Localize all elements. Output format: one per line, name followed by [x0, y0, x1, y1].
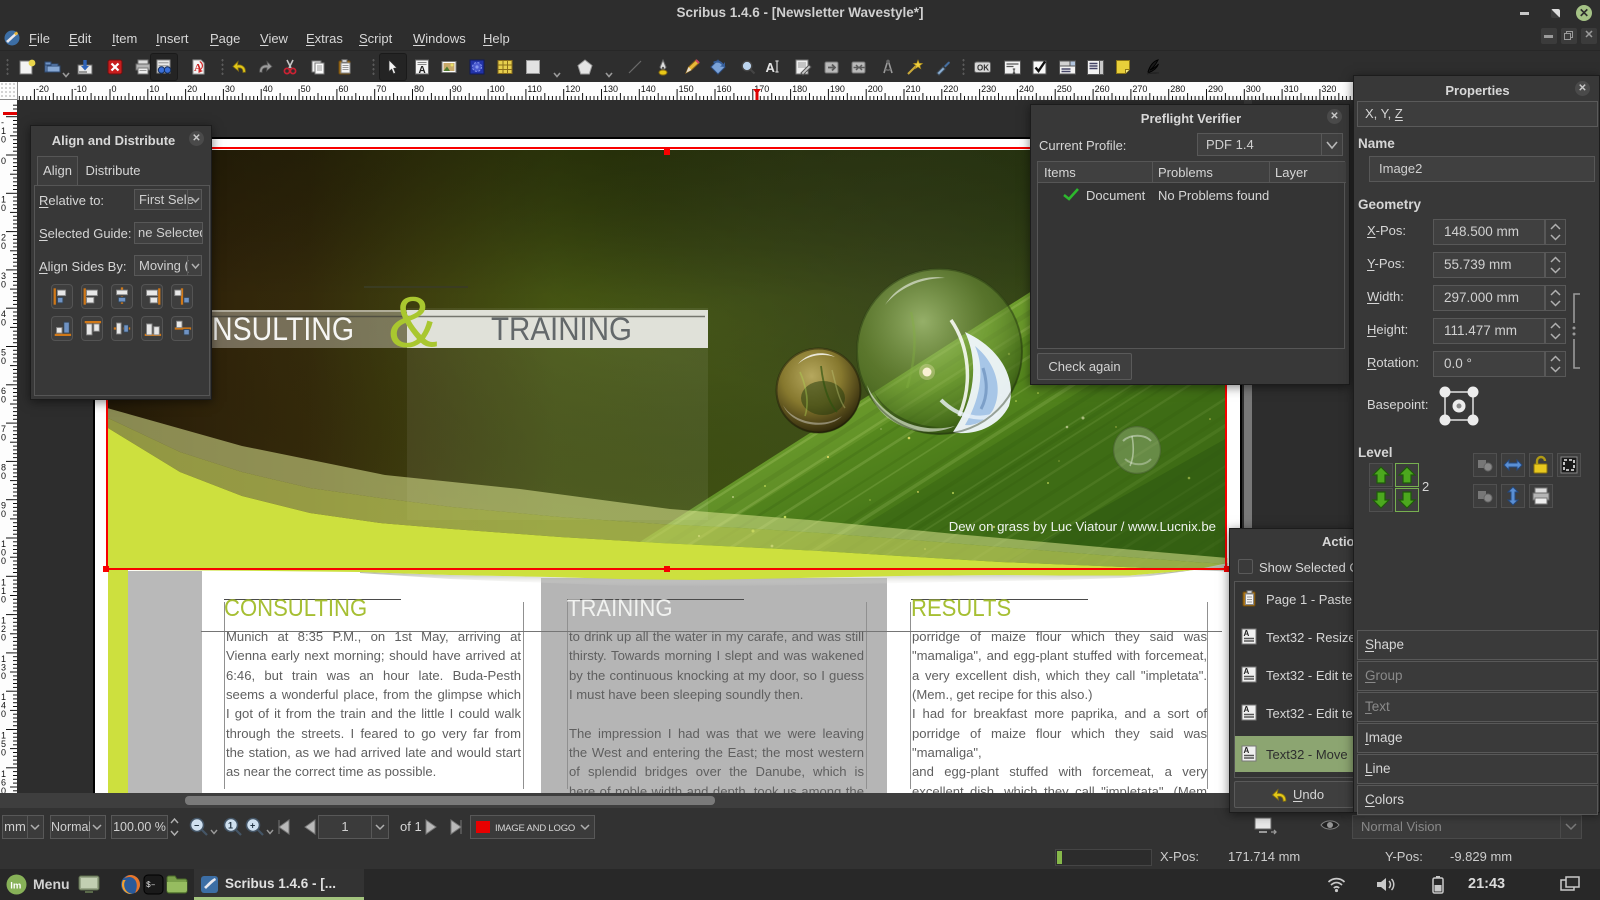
svg-text:0: 0	[1, 709, 6, 719]
svg-text:0: 0	[1, 203, 6, 213]
svg-text:-10: -10	[74, 84, 87, 94]
svg-text:90: 90	[452, 84, 462, 94]
svg-text:10: 10	[149, 84, 159, 94]
svg-text:0: 0	[1, 135, 6, 145]
svg-text:280: 280	[1170, 84, 1185, 94]
svg-text:lm: lm	[10, 881, 21, 892]
svg-text:A: A	[766, 60, 776, 75]
svg-text:110: 110	[527, 84, 541, 94]
svg-text:270: 270	[1132, 84, 1147, 94]
svg-text:190: 190	[830, 84, 845, 94]
svg-text:A: A	[194, 62, 202, 74]
svg-text:250: 250	[1057, 84, 1072, 94]
svg-text:0: 0	[1, 156, 6, 166]
svg-text:320: 320	[1321, 84, 1336, 94]
svg-text:0: 0	[1, 671, 6, 681]
svg-text:A: A	[1244, 629, 1250, 638]
svg-text:OK: OK	[977, 64, 989, 73]
svg-text:0: 0	[1, 633, 6, 643]
svg-text:0: 0	[1, 433, 6, 443]
svg-text:260: 260	[1095, 84, 1110, 94]
svg-text:80: 80	[414, 84, 424, 94]
svg-text:0: 0	[1, 394, 6, 404]
svg-text:A: A	[1244, 667, 1250, 676]
svg-text:0: 0	[112, 84, 117, 94]
svg-text:0: 0	[1, 471, 6, 481]
svg-text:120: 120	[565, 84, 580, 94]
svg-text:200: 200	[868, 84, 883, 94]
svg-text:0: 0	[1, 594, 6, 604]
svg-text:0: 0	[1, 241, 6, 251]
svg-text:-20: -20	[36, 84, 49, 94]
svg-text:0: 0	[1, 509, 6, 519]
svg-text:70: 70	[376, 84, 386, 94]
svg-text:A: A	[1244, 746, 1250, 755]
svg-text:150: 150	[679, 84, 694, 94]
svg-text:210: 210	[906, 84, 921, 94]
svg-text:300: 300	[1246, 84, 1261, 94]
svg-text:A: A	[1244, 705, 1250, 714]
svg-text:0: 0	[1, 279, 6, 289]
svg-text:20: 20	[187, 84, 197, 94]
svg-text:A: A	[419, 65, 426, 76]
svg-text:60: 60	[338, 84, 348, 94]
svg-text:310: 310	[1284, 84, 1299, 94]
svg-text:140: 140	[641, 84, 656, 94]
svg-text:0: 0	[1, 748, 6, 758]
svg-text:0: 0	[1, 356, 6, 366]
svg-text:180: 180	[792, 84, 807, 94]
svg-text:40: 40	[263, 84, 273, 94]
svg-text:30: 30	[225, 84, 235, 94]
svg-text:50: 50	[301, 84, 311, 94]
svg-text:0: 0	[1, 786, 6, 793]
svg-text:100: 100	[490, 84, 505, 94]
svg-text:160: 160	[717, 84, 732, 94]
svg-text:0: 0	[1, 556, 6, 566]
svg-text:$–: $–	[146, 881, 156, 890]
svg-text:290: 290	[1208, 84, 1223, 94]
svg-text:230: 230	[981, 84, 996, 94]
svg-text:240: 240	[1019, 84, 1034, 94]
svg-text:130: 130	[603, 84, 618, 94]
svg-text:+: +	[250, 821, 255, 831]
svg-text:220: 220	[943, 84, 958, 94]
svg-text:0: 0	[1, 318, 6, 328]
svg-text:−: −	[194, 821, 199, 831]
svg-text:1: 1	[228, 821, 233, 831]
